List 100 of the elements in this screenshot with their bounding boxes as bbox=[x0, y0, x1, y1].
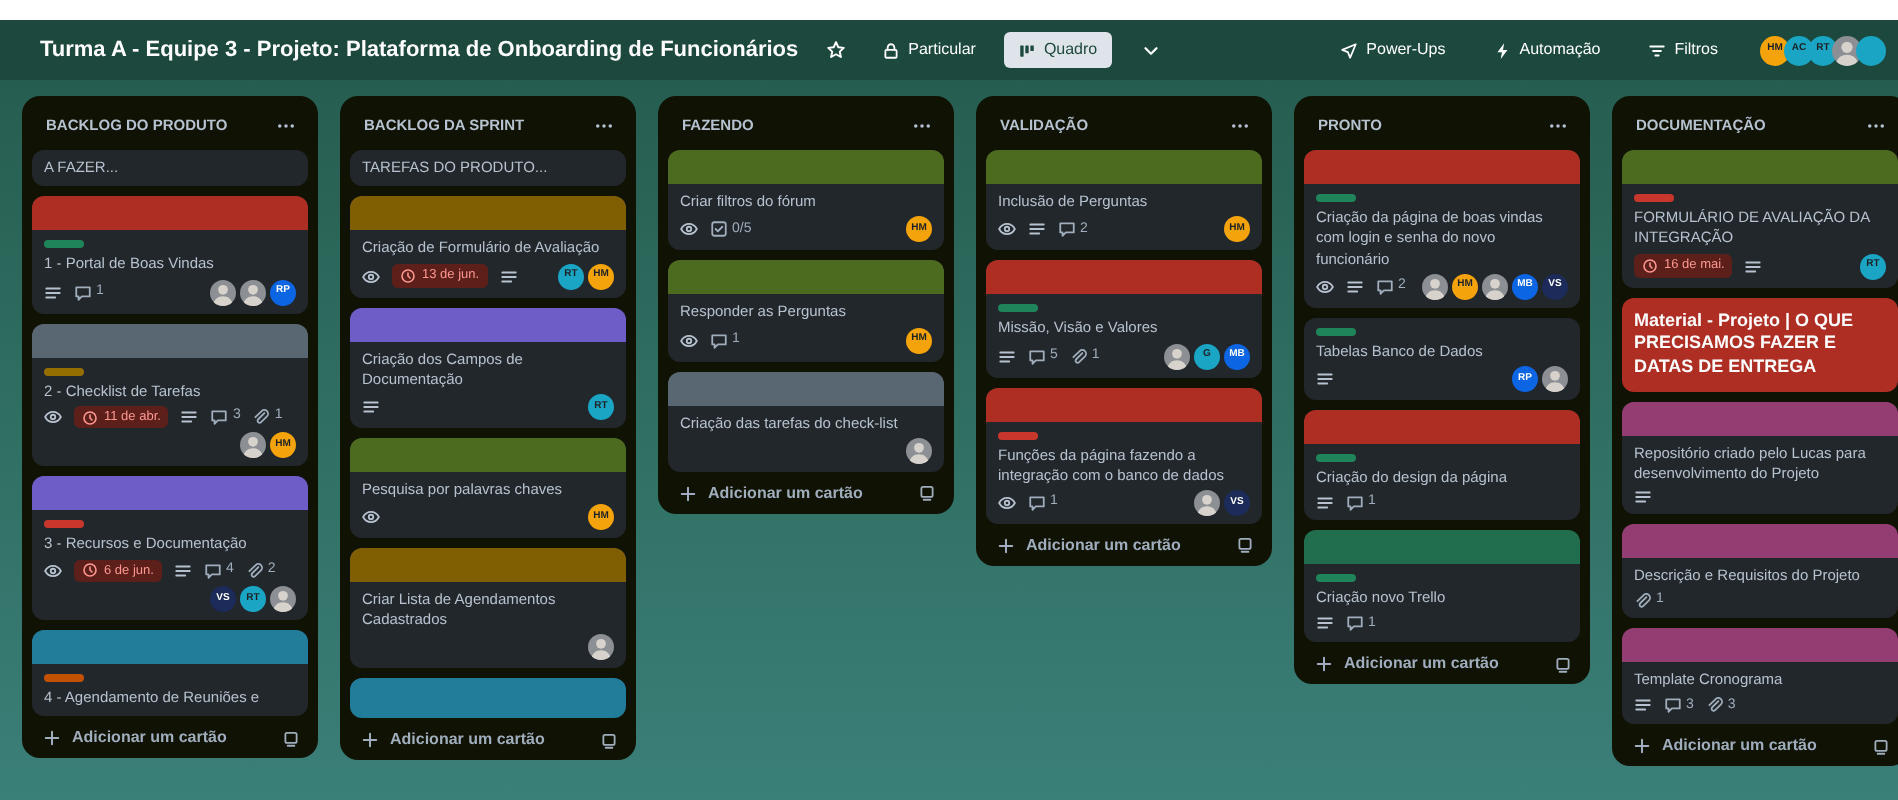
avatar-photo-placeholder bbox=[1482, 273, 1508, 300]
clock-icon bbox=[82, 562, 98, 579]
comment-icon bbox=[203, 561, 222, 580]
card-label[interactable] bbox=[998, 431, 1038, 439]
eye-icon bbox=[362, 267, 380, 285]
avatar-photo-placeholder bbox=[210, 279, 236, 305]
description-icon bbox=[998, 347, 1016, 365]
template-icon bbox=[282, 729, 300, 748]
description-icon bbox=[499, 267, 518, 285]
plus-icon bbox=[678, 483, 698, 504]
board-icon bbox=[1017, 41, 1036, 59]
avatar-photo-placeholder bbox=[1422, 273, 1448, 300]
template-button[interactable] bbox=[600, 731, 618, 750]
comment-icon bbox=[1028, 347, 1046, 365]
eye-icon bbox=[680, 331, 698, 349]
paperclip-icon bbox=[1705, 696, 1724, 715]
add-card-button[interactable]: Adicionar um cartão bbox=[360, 728, 545, 753]
description-icon bbox=[44, 283, 62, 301]
card-label[interactable] bbox=[44, 240, 84, 249]
comment-icon bbox=[1346, 493, 1364, 512]
avatar-photo-placeholder bbox=[906, 437, 932, 464]
card-label[interactable] bbox=[1634, 194, 1674, 203]
card-label[interactable] bbox=[1316, 574, 1356, 583]
paperclip-icon bbox=[1634, 591, 1652, 610]
comment-icon bbox=[1346, 614, 1364, 633]
filter-icon bbox=[1648, 41, 1667, 59]
checklist-icon bbox=[710, 220, 728, 239]
board-view-button[interactable]: Quadro bbox=[1003, 32, 1112, 68]
description-icon bbox=[1744, 257, 1763, 275]
eye-icon bbox=[998, 493, 1016, 512]
star-icon bbox=[826, 40, 847, 60]
comment-icon bbox=[210, 408, 229, 426]
avatar-photo-placeholder bbox=[240, 432, 266, 459]
card-label[interactable] bbox=[44, 674, 84, 683]
eye-icon bbox=[1316, 277, 1334, 296]
card-label[interactable] bbox=[1316, 327, 1356, 336]
paperclip-icon bbox=[245, 561, 264, 580]
card-label[interactable] bbox=[1316, 453, 1356, 462]
header-action-button[interactable]: Automação bbox=[1485, 32, 1609, 68]
visibility-button[interactable]: Particular bbox=[874, 32, 984, 68]
avatar-photo-placeholder bbox=[588, 634, 614, 661]
template-button[interactable] bbox=[1236, 536, 1254, 555]
template-icon bbox=[600, 731, 618, 750]
plus-icon bbox=[1632, 736, 1652, 757]
description-icon bbox=[173, 561, 192, 580]
card[interactable]: Material - Projeto | O QUE PRECISAMOS FAZER E DATAS DE ENTREGA bbox=[1622, 297, 1898, 392]
add-card-button[interactable]: Adicionar um cartão bbox=[42, 726, 227, 751]
template-button[interactable] bbox=[282, 729, 300, 748]
eye-icon bbox=[362, 507, 380, 526]
add-card-button[interactable]: Adicionar um cartão bbox=[1632, 734, 1817, 759]
plus-icon bbox=[42, 728, 62, 749]
eye-icon bbox=[998, 220, 1016, 239]
description-icon bbox=[1316, 493, 1334, 512]
add-card-button[interactable]: Adicionar um cartão bbox=[996, 533, 1181, 558]
avatar-photo-placeholder bbox=[1194, 489, 1220, 516]
eye-icon bbox=[44, 408, 62, 426]
paperclip-icon bbox=[1069, 347, 1088, 365]
description-icon bbox=[1634, 487, 1652, 506]
comment-icon bbox=[1664, 696, 1682, 715]
paper-plane-icon bbox=[1340, 41, 1359, 59]
avatar-photo-placeholder bbox=[240, 279, 266, 305]
avatar-photo-placeholder bbox=[270, 586, 296, 613]
card-label[interactable] bbox=[1316, 194, 1356, 203]
card-label[interactable] bbox=[44, 520, 84, 529]
template-button[interactable] bbox=[1554, 655, 1572, 673]
template-button[interactable] bbox=[918, 484, 936, 503]
description-icon bbox=[1028, 220, 1046, 239]
lock-icon bbox=[882, 41, 901, 59]
comment-icon bbox=[74, 283, 92, 301]
avatar-photo-placeholder bbox=[1832, 35, 1862, 65]
template-icon bbox=[918, 484, 936, 503]
lightning-icon bbox=[1493, 41, 1512, 59]
paperclip-icon bbox=[252, 408, 271, 426]
card-label[interactable] bbox=[998, 304, 1038, 313]
header-action-button[interactable]: Filtros bbox=[1640, 32, 1726, 68]
description-icon bbox=[180, 408, 199, 426]
plus-icon bbox=[1314, 654, 1334, 674]
avatar-photo-placeholder bbox=[1164, 343, 1190, 369]
card-title: Material - Projeto | O QUE PRECISAMOS FAZER E DATAS DE ENTREGA bbox=[1634, 309, 1856, 380]
add-card-button[interactable]: Adicionar um cartão bbox=[678, 481, 863, 506]
description-icon bbox=[1634, 696, 1652, 715]
description-icon bbox=[1316, 614, 1334, 633]
header-action-button[interactable]: Power-Ups bbox=[1332, 32, 1454, 68]
clock-icon bbox=[400, 268, 416, 284]
plus-icon bbox=[996, 535, 1016, 556]
template-icon bbox=[1236, 536, 1254, 555]
avatar-photo-placeholder bbox=[1542, 365, 1568, 392]
board-title: Turma A - Equipe 3 - Projeto: Plataforma de Onboarding de Funcionários bbox=[40, 35, 799, 66]
description-icon bbox=[1316, 369, 1334, 388]
card-label[interactable] bbox=[44, 367, 84, 375]
add-card-button[interactable]: Adicionar um cartão bbox=[1314, 652, 1499, 676]
plus-icon bbox=[360, 730, 380, 751]
clock-icon bbox=[82, 409, 98, 425]
clock-icon bbox=[1642, 258, 1658, 274]
template-button[interactable] bbox=[1872, 737, 1890, 756]
card[interactable] bbox=[350, 678, 626, 719]
comment-icon bbox=[1028, 493, 1046, 512]
template-icon bbox=[1554, 655, 1572, 673]
description-icon bbox=[362, 397, 380, 416]
eye-icon bbox=[680, 220, 698, 239]
